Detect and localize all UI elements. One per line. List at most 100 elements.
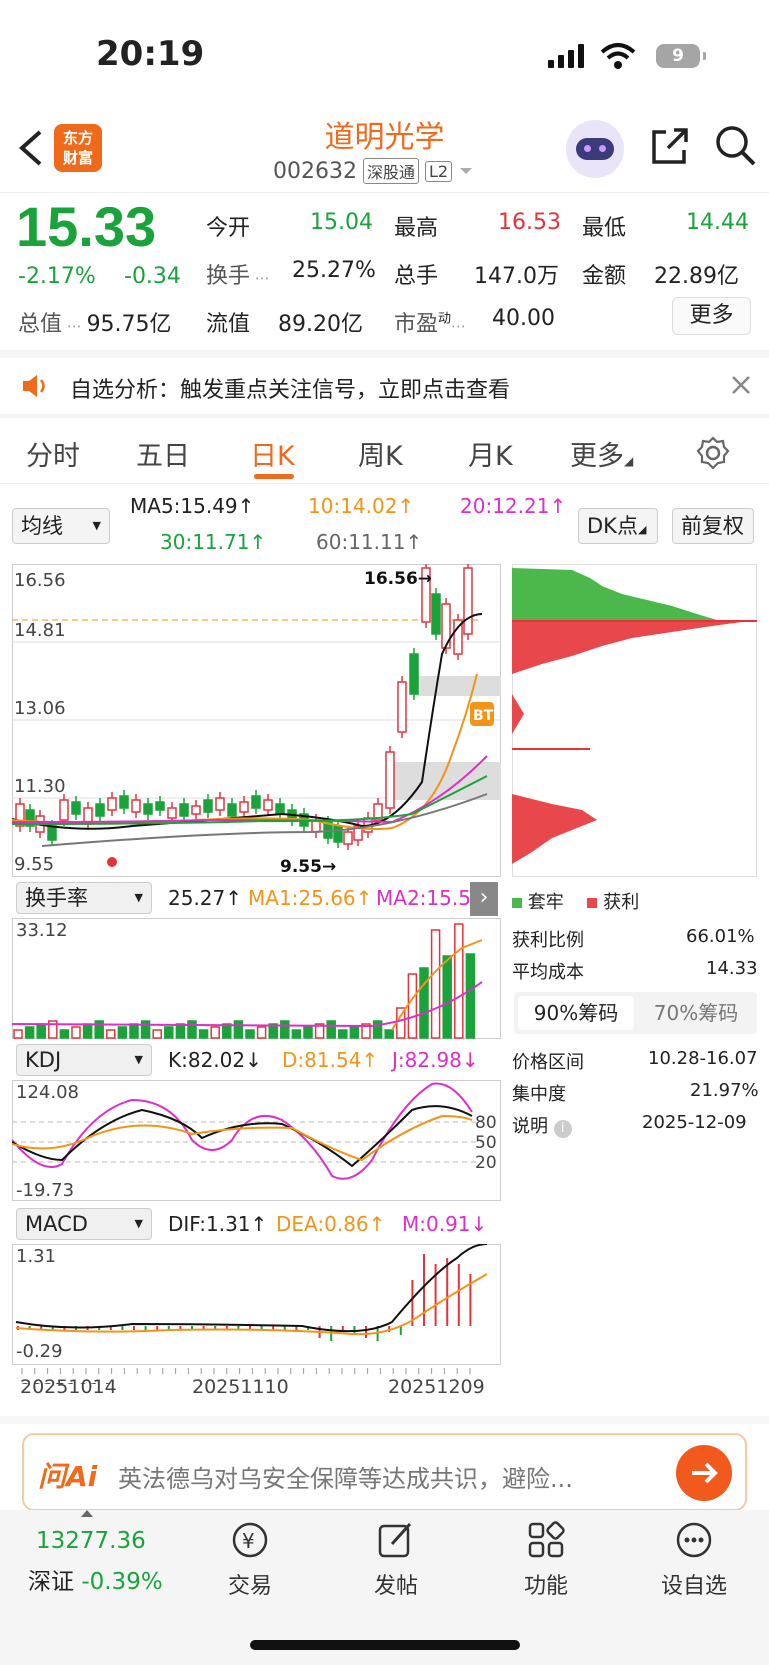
turnover-rate-value: 25.27↑ — [168, 886, 243, 910]
turnover-ma1: MA1:25.66↑ — [248, 886, 373, 910]
low-value: 14.44 — [686, 210, 749, 235]
settings-gear-icon[interactable] — [696, 436, 730, 470]
tab-wuri[interactable]: 五日 — [136, 434, 190, 473]
candle-body — [251, 795, 261, 809]
kline-chart[interactable]: 16.56 14.81 13.06 11.30 9.55 16.56→ 9.55… — [12, 564, 502, 878]
stock-code-row[interactable]: 002632 深股通 L2 — [273, 158, 474, 184]
volume-label: 总手 — [394, 264, 439, 289]
candle-body — [385, 751, 395, 809]
kdj-selector[interactable]: KDJ ▼ — [16, 1044, 152, 1076]
close-icon[interactable] — [730, 374, 752, 396]
tab-70-chips[interactable]: 70%筹码 — [638, 996, 754, 1030]
volume-bar — [372, 1020, 383, 1039]
panel-next-button[interactable]: › — [470, 882, 498, 916]
volume-bar — [187, 1020, 197, 1039]
ai-ask-bar[interactable]: 问Ai 英法德乌对乌安全保障等达成共识，避险... — [22, 1433, 747, 1511]
low-marker: 9.55→ — [280, 857, 336, 877]
tab-90-chips[interactable]: 90%筹码 — [518, 996, 634, 1030]
desc-label[interactable]: 说明 i — [512, 1112, 572, 1138]
macd-m: M:0.91↓ — [402, 1212, 488, 1236]
turnover-chart: 33.12 — [12, 918, 501, 1039]
candle-body — [397, 681, 407, 733]
candle-body — [143, 803, 153, 815]
share-icon[interactable] — [648, 124, 692, 168]
volume-bar — [256, 1026, 267, 1039]
wifi-icon — [600, 43, 636, 69]
candle-body — [167, 807, 177, 819]
volume-bar — [24, 1026, 35, 1039]
candle-body — [409, 653, 419, 695]
macd-selector[interactable]: MACD ▼ — [16, 1208, 152, 1240]
more-button[interactable]: 更多 — [672, 297, 751, 335]
mktcap-row: 总值 ⋯ 95.75亿 — [18, 312, 172, 337]
tab-more[interactable]: 更多◢ — [570, 434, 633, 473]
ma-selector[interactable]: 均线 ▼ — [12, 508, 110, 544]
volume-bar — [303, 1026, 313, 1039]
volume-value: 147.0万 — [474, 264, 559, 289]
volume-bar — [13, 1029, 23, 1039]
chevron-down-icon — [460, 168, 473, 174]
candle-body — [59, 799, 69, 821]
candle-body — [71, 801, 81, 815]
ma5-value: MA5:15.49↑ — [130, 494, 255, 518]
volume-bar — [419, 967, 429, 1039]
y-label-1: 16.56 — [14, 570, 66, 591]
date-label-1: 20251014 — [20, 1376, 117, 1398]
y-label-2: 14.81 — [14, 620, 66, 641]
kdj-d: D:81.54↑ — [282, 1048, 379, 1072]
search-icon[interactable] — [714, 124, 758, 168]
nav-post[interactable]: 发帖 — [356, 1518, 436, 1600]
kdj-level-80: 80 — [475, 1113, 497, 1133]
volume-bar — [407, 973, 418, 1039]
edit-post-icon — [378, 1522, 412, 1558]
volume-bar — [59, 1029, 70, 1039]
arrow-right-icon — [692, 1462, 718, 1484]
candle-body — [131, 799, 141, 813]
nav-trade[interactable]: ¥ 交易 — [210, 1518, 290, 1600]
volume-bar — [198, 1029, 209, 1039]
status-time: 20:19 — [96, 34, 205, 74]
turnover-row: 换手 ⋯ — [206, 264, 270, 289]
fuquan-button[interactable]: 前复权 — [672, 508, 754, 544]
ai-prompt-text: 英法德乌对乌安全保障等达成共识，避险... — [118, 1465, 573, 1493]
tab-yuek[interactable]: 月K — [468, 434, 513, 473]
caret-up-icon — [81, 1510, 93, 1517]
kdj-ymax: 124.08 — [16, 1082, 79, 1103]
volume-bar — [326, 1020, 336, 1039]
tab-zhouk[interactable]: 周K — [358, 434, 403, 473]
speaker-icon — [23, 375, 45, 397]
date-label-2: 20251110 — [192, 1376, 289, 1398]
high-marker: 16.56→ — [364, 569, 432, 589]
nav-add-watchlist[interactable]: 设自选 — [654, 1518, 734, 1600]
volume-bar — [465, 953, 476, 1039]
battery-indicator: 9 — [656, 44, 706, 68]
candle-body — [263, 799, 273, 811]
stock-code: 002632 — [273, 158, 357, 184]
ai-send-button[interactable] — [676, 1445, 732, 1501]
change-pct: -2.17% — [18, 264, 96, 289]
concentration-value: 21.97% — [690, 1080, 759, 1101]
turnover-selector[interactable]: 换手率 ▼ — [16, 882, 152, 914]
volume-bar — [233, 1020, 244, 1039]
svg-text:¥: ¥ — [242, 1529, 255, 1553]
index-row[interactable]: 深证 -0.39% — [28, 1562, 163, 1596]
candle-body — [191, 805, 201, 815]
dk-button[interactable]: DK点◢ — [578, 508, 658, 544]
status-bar: 20:19 9 — [0, 0, 769, 110]
macd-dif: DIF:1.31↑ — [168, 1212, 268, 1236]
volume-bar — [454, 923, 464, 1039]
change-value: -0.34 — [124, 264, 181, 289]
index-value[interactable]: 13277.36 — [36, 1528, 146, 1554]
candle-body — [119, 795, 129, 809]
analysis-banner[interactable]: 自选分析：触发重点关注信号，立即点击查看 — [0, 358, 769, 414]
pe-value: 40.00 — [492, 306, 555, 331]
volume-bar — [349, 1026, 360, 1039]
price-range-value: 10.28-16.07 — [648, 1048, 758, 1069]
candle-body — [203, 799, 213, 813]
tab-rik[interactable]: 日K — [250, 434, 295, 473]
robot-assistant-icon[interactable] — [566, 120, 624, 178]
l2-tag: L2 — [425, 160, 453, 182]
volume-bar — [280, 1020, 290, 1039]
nav-functions[interactable]: 功能 — [506, 1518, 586, 1600]
tab-fenshi[interactable]: 分时 — [26, 434, 80, 473]
